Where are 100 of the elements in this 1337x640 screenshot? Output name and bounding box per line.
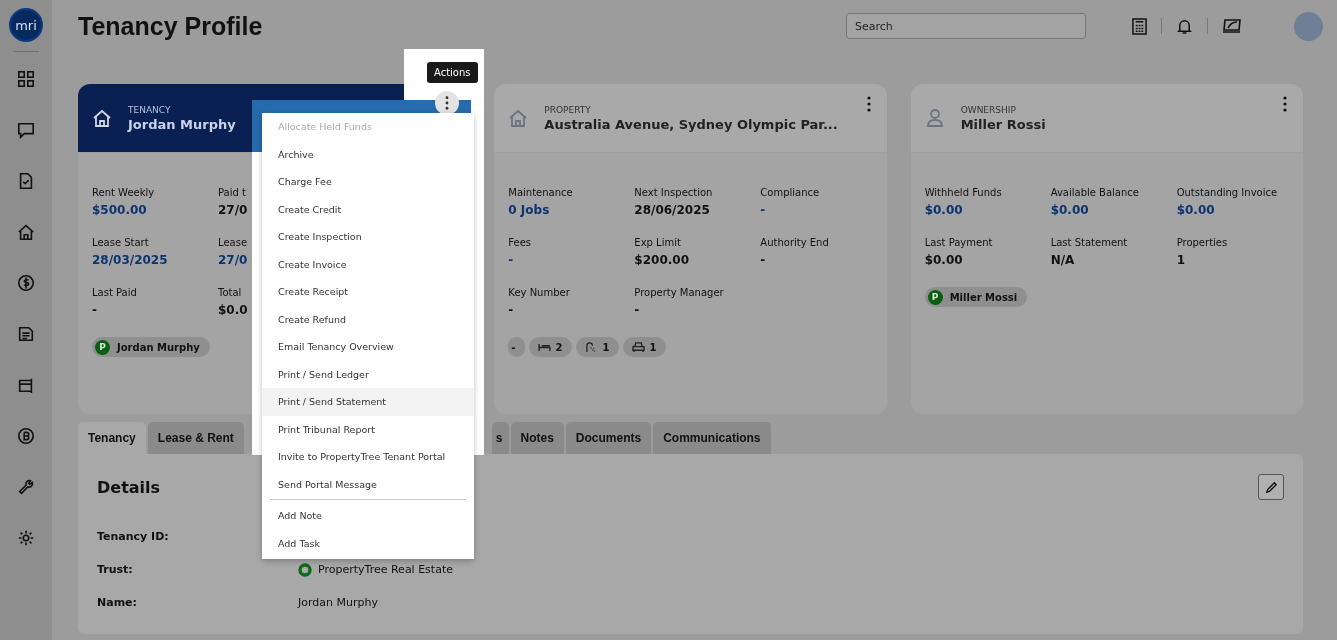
page-title: Tenancy Profile	[78, 11, 264, 41]
field-label: Exp Limit	[634, 237, 681, 248]
search-field[interactable]: Search	[846, 13, 1086, 39]
detail-label: Trust:	[97, 563, 134, 576]
field-label: Properties	[1176, 237, 1228, 248]
file-icon[interactable]	[17, 325, 35, 343]
grid-icon[interactable]	[17, 70, 35, 88]
card-title: Jordan Murphy	[128, 116, 236, 132]
calculator-icon[interactable]	[1132, 17, 1147, 35]
tab[interactable]: Tenancy	[78, 422, 146, 454]
field-value: 1	[1176, 253, 1185, 267]
field-link[interactable]: 0 Jobs	[508, 203, 550, 217]
field-label: Lease	[218, 237, 248, 248]
tab[interactable]: Communications	[653, 422, 771, 454]
field-label: Compliance	[760, 187, 820, 198]
tab[interactable]: Notes	[510, 422, 564, 454]
card-type-label: TENANCY	[128, 104, 172, 115]
field-label: Last Paid	[92, 287, 137, 298]
menu-item[interactable]: Print / Send Ledger	[262, 360, 474, 388]
field-link[interactable]: $500.00	[92, 203, 147, 217]
field-value: -	[508, 303, 514, 317]
menu-item[interactable]: Charge Fee	[262, 168, 474, 196]
menu-item[interactable]: Create Inspection	[262, 223, 474, 251]
contact-chip[interactable]: P Miller Mossi	[924, 287, 1028, 307]
field-value: 28/06/2025	[634, 203, 710, 217]
field-label: Total	[218, 287, 242, 298]
bcircle-icon[interactable]	[17, 427, 35, 445]
field-link[interactable]: $0.00	[924, 203, 963, 217]
menu-item[interactable]: Archive	[262, 140, 474, 168]
chat-icon[interactable]	[17, 121, 35, 139]
field-label: Key Number	[508, 287, 570, 298]
pencil-icon	[1264, 480, 1278, 494]
menu-item[interactable]: Create Refund	[262, 305, 474, 333]
field-link[interactable]: $0.00	[1050, 203, 1089, 217]
menu-item[interactable]: Add Note	[262, 502, 474, 530]
field-label: Property Manager	[634, 287, 724, 298]
menu-item[interactable]: Create Invoice	[262, 250, 474, 278]
field-label: Paid t	[218, 187, 246, 198]
gear-icon[interactable]	[17, 529, 35, 547]
feature-chip[interactable]: 1	[576, 337, 620, 357]
detail-label: Tenancy ID:	[97, 530, 170, 543]
detail-label: Name:	[97, 596, 138, 609]
kebab-icon	[445, 96, 449, 110]
field-link[interactable]: -	[760, 203, 766, 217]
bell-icon[interactable]	[1176, 17, 1193, 35]
field-value: $0.0	[218, 303, 248, 317]
feature-chip[interactable]: -	[508, 337, 526, 357]
field-value: $0.00	[924, 253, 963, 267]
field-label: Maintenance	[508, 187, 573, 198]
field-label: Withheld Funds	[924, 187, 1002, 198]
dollar-icon[interactable]	[17, 274, 35, 292]
home-icon[interactable]	[17, 223, 35, 241]
car-icon	[632, 341, 646, 353]
detail-value: PropertyTree Real Estate	[318, 563, 453, 576]
tab[interactable]: Lease & Rent	[147, 422, 244, 454]
field-link[interactable]: -	[508, 253, 514, 267]
field-value: $200.00	[634, 253, 689, 267]
card-title: Australia Avenue, Sydney Olympic Par...	[544, 116, 838, 132]
kebab-icon	[866, 96, 871, 112]
menu-item[interactable]: Add Task	[262, 529, 474, 557]
field-label: Outstanding Invoice	[1176, 187, 1278, 198]
field-label: Authority End	[760, 237, 829, 248]
field-label: Rent Weekly	[92, 187, 155, 198]
tab[interactable]: s	[491, 422, 509, 454]
doc-icon[interactable]	[17, 172, 35, 190]
logo[interactable]: mri	[9, 8, 43, 42]
kebab-icon	[1283, 96, 1287, 112]
field-link[interactable]: $0.00	[1176, 203, 1215, 217]
wrench-icon[interactable]	[17, 478, 35, 496]
menu-item[interactable]: Send Portal Message	[262, 470, 474, 498]
menu-item[interactable]: Invite to PropertyTree Tenant Portal	[262, 443, 474, 471]
field-value: -	[760, 253, 766, 267]
card-type-label: PROPERTY	[544, 104, 592, 115]
section-title: Details	[97, 477, 161, 497]
laptop-icon[interactable]	[1222, 18, 1242, 34]
field-label: Last Payment	[924, 237, 993, 248]
field-label: Available Balance	[1050, 187, 1139, 198]
menu-item[interactable]: Create Receipt	[262, 278, 474, 306]
field-link[interactable]: 28/03/2025	[92, 253, 168, 267]
house-icon	[92, 108, 112, 128]
menu-item[interactable]: Email Tenancy Overview	[262, 333, 474, 361]
card-type-label: OWNERSHIP	[960, 104, 1017, 115]
tab[interactable]: Documents	[565, 422, 652, 454]
contact-chip[interactable]: P Jordan Murphy	[92, 337, 210, 357]
menu-item[interactable]: Create Credit	[262, 195, 474, 223]
field-label: Fees	[508, 237, 532, 248]
feature-chip[interactable]: 1	[623, 337, 667, 357]
field-value: -	[92, 303, 97, 317]
field-label: Lease Start	[92, 237, 149, 248]
feature-chip[interactable]: 2	[529, 337, 573, 357]
menu-item[interactable]: Print Tribunal Report	[262, 415, 474, 443]
detail-value: Jordan Murphy	[298, 596, 378, 609]
field-value: N/A	[1050, 253, 1075, 267]
frame-icon[interactable]	[17, 376, 35, 394]
card-title: Miller Rossi	[960, 116, 1046, 132]
edit-button[interactable]	[1258, 474, 1284, 500]
menu-item[interactable]: Print / Send Statement	[262, 388, 474, 416]
field-value: -	[634, 303, 640, 317]
field-label: Last Statement	[1050, 237, 1128, 248]
field-link[interactable]: 27/0	[218, 253, 248, 267]
